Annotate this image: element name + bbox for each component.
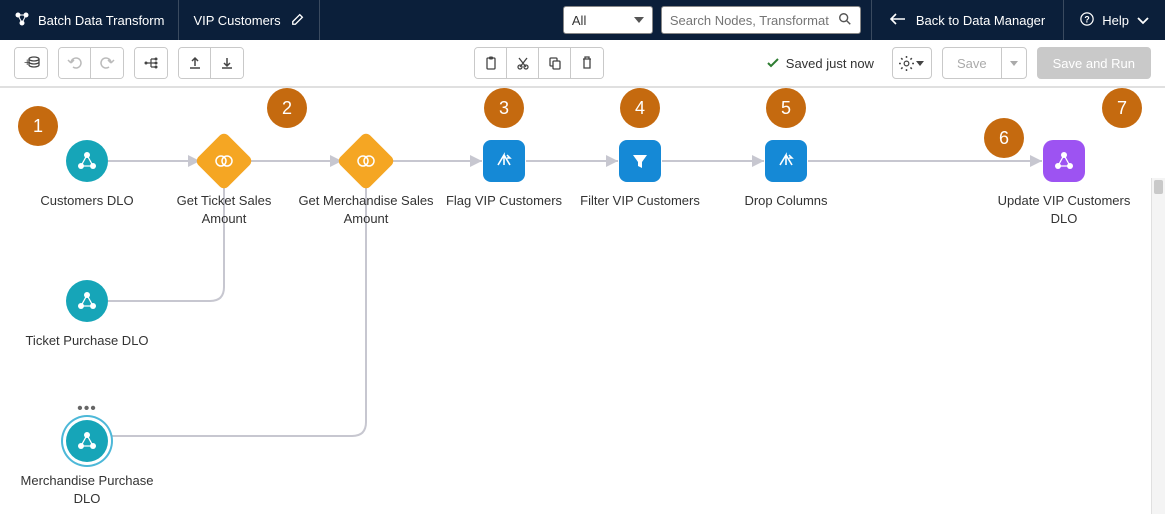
layout-group bbox=[134, 47, 168, 79]
chevron-down-icon bbox=[916, 61, 924, 66]
upload-button[interactable] bbox=[179, 48, 211, 78]
save-group: Save bbox=[942, 47, 1027, 79]
node-flag-vip[interactable]: Flag VIP Customers bbox=[434, 140, 574, 210]
edit-group bbox=[474, 47, 604, 79]
join-icon bbox=[336, 131, 395, 190]
svg-text:?: ? bbox=[1085, 14, 1090, 24]
flow-canvas[interactable]: 1 2 3 4 5 6 7 Customers DLO Get Ticket S… bbox=[0, 88, 1165, 514]
save-button[interactable]: Save bbox=[943, 48, 1002, 78]
cut-button[interactable] bbox=[507, 48, 539, 78]
settings-button[interactable] bbox=[893, 48, 931, 78]
node-drop-columns[interactable]: Drop Columns bbox=[716, 140, 856, 210]
output-icon bbox=[1043, 140, 1085, 182]
chevron-down-icon bbox=[634, 17, 644, 23]
node-label: Merchandise Purchase DLO bbox=[17, 472, 157, 507]
filter-dropdown[interactable]: All bbox=[563, 6, 653, 34]
node-label: Filter VIP Customers bbox=[580, 192, 700, 210]
tab-label: VIP Customers bbox=[193, 13, 280, 28]
node-get-ticket-sales[interactable]: Get Ticket Sales Amount bbox=[154, 140, 294, 227]
search-icon bbox=[838, 12, 852, 29]
paste-button[interactable] bbox=[475, 48, 507, 78]
save-status: Saved just now bbox=[766, 56, 874, 71]
auto-layout-button[interactable] bbox=[135, 48, 167, 78]
redo-button[interactable] bbox=[91, 48, 123, 78]
join-icon bbox=[194, 131, 253, 190]
gear-icon bbox=[899, 56, 914, 71]
data-source-icon bbox=[66, 420, 108, 462]
node-label: Get Ticket Sales Amount bbox=[154, 192, 294, 227]
node-filter-vip[interactable]: Filter VIP Customers bbox=[570, 140, 710, 210]
chevron-down-icon bbox=[1137, 13, 1149, 28]
search-box[interactable] bbox=[661, 6, 861, 34]
copy-button[interactable] bbox=[539, 48, 571, 78]
settings-group bbox=[892, 47, 932, 79]
transform-icon bbox=[765, 140, 807, 182]
filter-selected: All bbox=[572, 13, 586, 28]
filter-icon bbox=[619, 140, 661, 182]
app-title: Batch Data Transform bbox=[38, 13, 164, 28]
help-label: Help bbox=[1102, 13, 1129, 28]
save-dropdown[interactable] bbox=[1002, 48, 1026, 78]
download-button[interactable] bbox=[211, 48, 243, 78]
transform-icon bbox=[14, 11, 30, 30]
callout-marker-6: 6 bbox=[984, 118, 1024, 158]
node-label: Ticket Purchase DLO bbox=[25, 332, 148, 350]
callout-marker-1: 1 bbox=[18, 106, 58, 146]
node-menu-icon[interactable]: ••• bbox=[77, 400, 97, 418]
data-source-icon bbox=[66, 140, 108, 182]
status-text: Saved just now bbox=[786, 56, 874, 71]
io-group bbox=[178, 47, 244, 79]
edit-icon[interactable] bbox=[291, 12, 305, 29]
tab-vip-customers[interactable]: VIP Customers bbox=[179, 0, 319, 40]
arrow-left-icon bbox=[890, 13, 906, 28]
node-label: Update VIP Customers DLO bbox=[994, 192, 1134, 227]
header-search-area: All bbox=[553, 0, 871, 40]
callout-marker-2: 2 bbox=[267, 88, 307, 128]
callout-marker-4: 4 bbox=[620, 88, 660, 128]
search-input[interactable] bbox=[670, 13, 830, 28]
node-merch-purchase-dlo[interactable]: ••• Merchandise Purchase DLO bbox=[17, 400, 157, 507]
help-menu[interactable]: ? Help bbox=[1063, 0, 1165, 40]
data-source-icon bbox=[66, 280, 108, 322]
vertical-scrollbar[interactable] bbox=[1151, 178, 1165, 514]
app-header: Batch Data Transform VIP Customers All B… bbox=[0, 0, 1165, 40]
app-title-segment: Batch Data Transform bbox=[0, 0, 179, 40]
node-ticket-purchase-dlo[interactable]: Ticket Purchase DLO bbox=[17, 280, 157, 350]
callout-marker-5: 5 bbox=[766, 88, 806, 128]
undo-button[interactable] bbox=[59, 48, 91, 78]
back-to-data-manager[interactable]: Back to Data Manager bbox=[871, 0, 1063, 40]
node-label: Customers DLO bbox=[40, 192, 133, 210]
callout-marker-7: 7 bbox=[1102, 88, 1142, 128]
node-get-merch-sales[interactable]: Get Merchandise Sales Amount bbox=[296, 140, 436, 227]
transform-icon bbox=[483, 140, 525, 182]
scrollbar-thumb[interactable] bbox=[1154, 180, 1163, 194]
node-label: Flag VIP Customers bbox=[446, 192, 562, 210]
delete-button[interactable] bbox=[571, 48, 603, 78]
history-group bbox=[58, 47, 124, 79]
add-data-button[interactable]: + bbox=[15, 48, 47, 78]
chevron-down-icon bbox=[1010, 61, 1018, 66]
node-label: Get Merchandise Sales Amount bbox=[296, 192, 436, 227]
save-and-run-button[interactable]: Save and Run bbox=[1037, 47, 1151, 79]
back-label: Back to Data Manager bbox=[916, 13, 1045, 28]
node-label: Drop Columns bbox=[744, 192, 827, 210]
toolbar: + bbox=[0, 40, 1165, 88]
help-icon: ? bbox=[1080, 12, 1094, 29]
checkmark-icon bbox=[766, 57, 780, 69]
add-group: + bbox=[14, 47, 48, 79]
node-customers-dlo[interactable]: Customers DLO bbox=[17, 140, 157, 210]
callout-marker-3: 3 bbox=[484, 88, 524, 128]
